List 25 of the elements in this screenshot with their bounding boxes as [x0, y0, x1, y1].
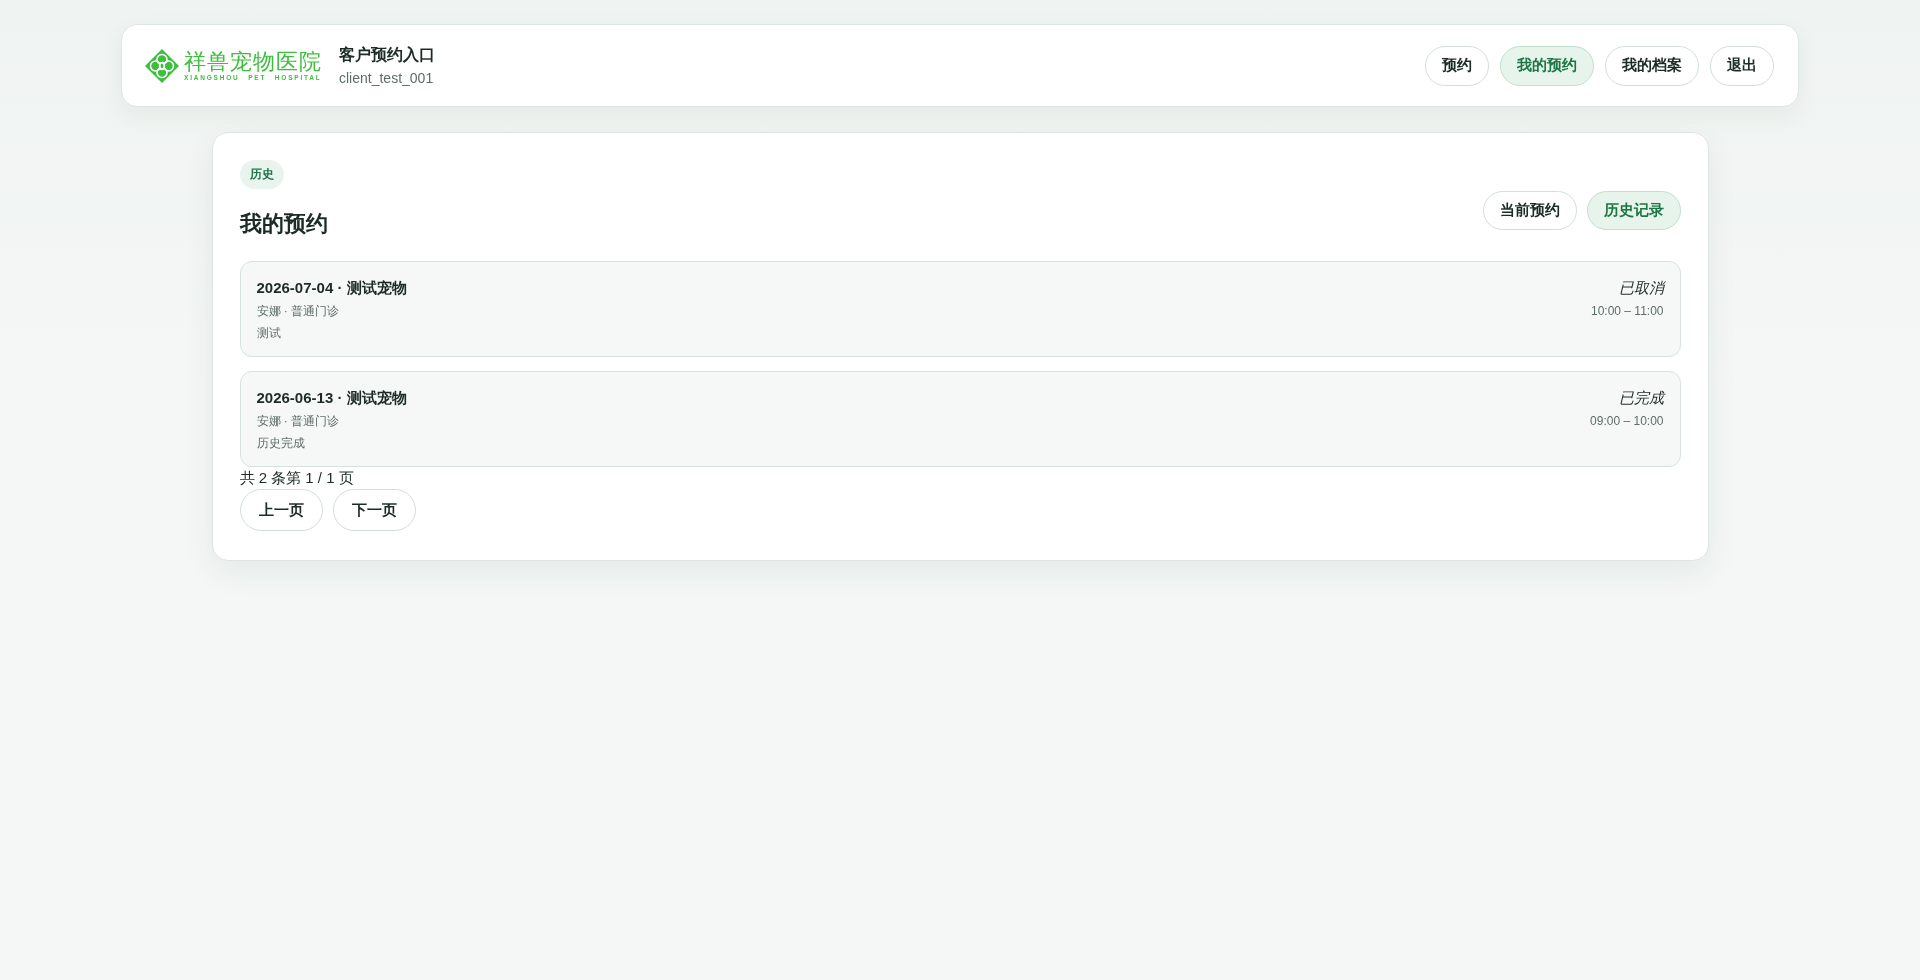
- tab-button[interactable]: 当前预约: [1482, 191, 1577, 230]
- portal-title: 客户预约入口: [339, 44, 435, 65]
- pagination-button[interactable]: 下一页: [332, 489, 416, 531]
- username: client_test_001: [339, 68, 435, 88]
- logo-icon: [144, 47, 180, 84]
- time-range: 09:00 – 10:00: [1590, 413, 1664, 430]
- status-text: 已取消: [1618, 278, 1664, 298]
- appointment-note: 测试: [256, 325, 281, 342]
- logo-name: 祥兽宠物医院: [184, 49, 322, 74]
- pagination-button[interactable]: 上一页: [239, 489, 323, 531]
- appointment-details: 安娜 · 普通门诊: [256, 303, 340, 320]
- page-title: 我的预约: [239, 210, 328, 238]
- appointment-details: 安娜 · 普通门诊: [256, 413, 340, 430]
- nav-button[interactable]: 我的档案: [1605, 45, 1699, 86]
- logout-button[interactable]: 退出: [1710, 45, 1774, 86]
- nav-button[interactable]: 我的预约: [1500, 45, 1594, 86]
- status-text: 已完成: [1618, 388, 1664, 408]
- nav-button[interactable]: 预约: [1425, 45, 1489, 86]
- time-range: 10:00 – 11:00: [1591, 303, 1664, 320]
- section-badge: 历史: [239, 160, 284, 189]
- pagination-summary: 共 2 条第 1 / 1 页: [239, 468, 355, 488]
- tab-button[interactable]: 历史记录: [1586, 191, 1681, 230]
- appointment-title: 2026-07-04 · 测试宠物: [256, 278, 407, 298]
- appointment-note: 历史完成: [256, 435, 305, 452]
- appointment-title: 2026-06-13 · 测试宠物: [256, 388, 407, 408]
